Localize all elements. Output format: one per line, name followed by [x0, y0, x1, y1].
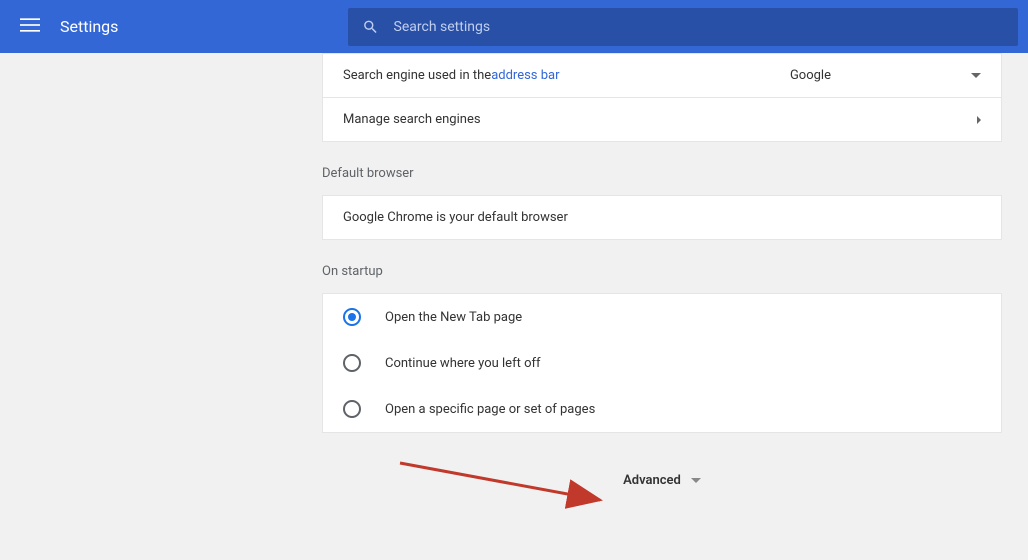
radio-icon[interactable] [343, 308, 361, 326]
search-engine-row[interactable]: Search engine used in the address bar Go… [323, 54, 1001, 98]
default-browser-card: Google Chrome is your default browser [322, 195, 1002, 240]
chevron-down-icon [971, 73, 981, 78]
chevron-right-icon [977, 116, 981, 124]
default-browser-status: Google Chrome is your default browser [343, 210, 568, 225]
advanced-label: Advanced [623, 473, 681, 488]
search-engine-dropdown[interactable]: Google [790, 68, 981, 83]
search-icon [362, 18, 379, 36]
search-bar[interactable] [348, 8, 1018, 46]
advanced-toggle[interactable]: Advanced [322, 473, 1002, 488]
startup-card: Open the New Tab page Continue where you… [322, 293, 1002, 433]
startup-option-new-tab[interactable]: Open the New Tab page [323, 294, 1001, 340]
app-header: Settings [0, 0, 1028, 53]
startup-section-title: On startup [322, 264, 1002, 279]
search-engine-selected: Google [790, 68, 831, 83]
search-engine-label-prefix: Search engine used in the [343, 68, 491, 83]
page-title: Settings [60, 17, 118, 36]
startup-option-specific[interactable]: Open a specific page or set of pages [323, 386, 1001, 432]
default-browser-status-row: Google Chrome is your default browser [323, 196, 1001, 239]
hamburger-menu-icon[interactable] [12, 7, 48, 47]
manage-search-engines-row[interactable]: Manage search engines [323, 98, 1001, 141]
radio-icon[interactable] [343, 400, 361, 418]
startup-option-label: Open a specific page or set of pages [385, 402, 595, 417]
manage-search-engines-label: Manage search engines [343, 112, 481, 127]
startup-option-label: Open the New Tab page [385, 310, 522, 325]
search-engine-card: Search engine used in the address bar Go… [322, 53, 1002, 142]
search-input[interactable] [394, 19, 1005, 35]
address-bar-link[interactable]: address bar [491, 68, 559, 83]
chevron-down-icon [691, 478, 701, 483]
radio-icon[interactable] [343, 354, 361, 372]
default-browser-section-title: Default browser [322, 166, 1002, 181]
settings-content: Search engine used in the address bar Go… [322, 53, 1002, 488]
startup-option-label: Continue where you left off [385, 356, 541, 371]
startup-option-continue[interactable]: Continue where you left off [323, 340, 1001, 386]
